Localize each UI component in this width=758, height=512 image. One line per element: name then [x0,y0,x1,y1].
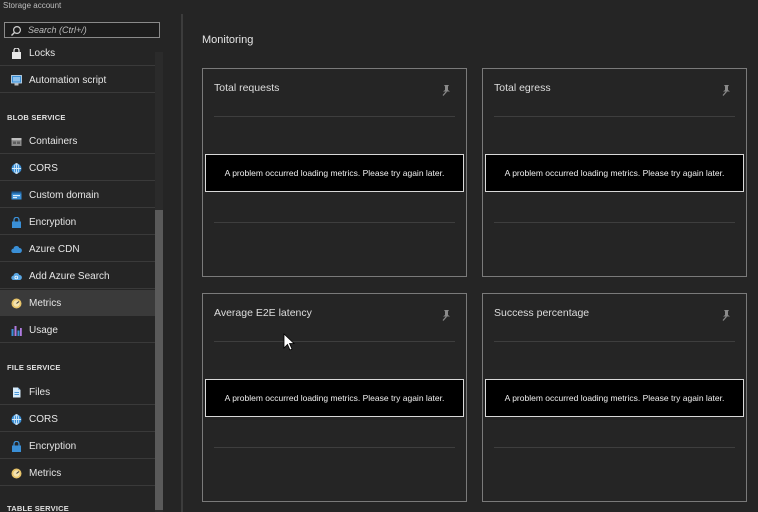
panel-divider [181,14,183,512]
chart-gridline [214,222,455,223]
sidebar-item-usage[interactable]: Usage [0,317,155,343]
file-icon [13,387,21,398]
sidebar-item-automation-script[interactable]: Automation script [0,67,155,93]
metric-tile-average-e2e-latency[interactable]: Average E2E latency A problem occurred l… [202,293,467,502]
section-header-blob-service: BLOB SERVICE [7,113,66,122]
metric-tile-total-egress[interactable]: Total egress A problem occurred loading … [482,68,747,277]
sidebar-item-label: Azure CDN [29,244,80,255]
section-header-table-service: TABLE SERVICE [7,504,69,512]
error-message: A problem occurred loading metrics. Plea… [205,154,464,192]
cloud-search-icon [11,273,22,280]
sidebar-item-file-metrics[interactable]: Metrics [0,460,155,486]
metric-tile-success-percentage[interactable]: Success percentage A problem occurred lo… [482,293,747,502]
error-message: A problem occurred loading metrics. Plea… [205,379,464,417]
search-icon [11,25,22,36]
sidebar-item-encryption[interactable]: Encryption [0,209,155,235]
search-placeholder: Search (Ctrl+/) [28,25,87,35]
sidebar-item-azure-cdn[interactable]: Azure CDN [0,236,155,262]
sidebar-item-custom-domain[interactable]: Custom domain [0,182,155,208]
cloud-icon [11,246,22,253]
tile-title: Total requests [214,82,280,94]
cors-icon [11,163,22,174]
sidebar-item-label: Containers [29,136,78,147]
lock-icon [12,217,21,228]
sidebar-item-label: Locks [29,48,56,59]
metrics-gauge-icon [11,468,22,479]
sidebar-item-label: Metrics [29,298,62,309]
pin-icon[interactable] [720,309,732,321]
mouse-pointer-icon [283,333,295,351]
sidebar-item-label: Metrics [29,468,62,479]
tile-title: Total egress [494,82,551,94]
pin-icon[interactable] [440,309,452,321]
page-title: Monitoring [202,34,254,46]
sidebar-item-cors[interactable]: CORS [0,155,155,181]
sidebar-item-label: Custom domain [29,190,100,201]
chart-gridline [494,222,735,223]
sidebar-item-files[interactable]: Files [0,379,155,405]
chart-gridline [214,116,455,117]
sidebar-item-file-encryption[interactable]: Encryption [0,433,155,459]
chart-gridline [214,341,455,342]
metric-tile-total-requests[interactable]: Total requests A problem occurred loadin… [202,68,467,277]
sidebar-scrollbar[interactable] [155,52,163,512]
sidebar-item-add-azure-search[interactable]: Add Azure Search [0,263,155,289]
sidebar-item-containers[interactable]: Containers [0,128,155,154]
sidebar-menu: Locks Automation script BLOB SERVICE Con… [0,46,155,512]
containers-icon [11,138,22,146]
tile-title: Average E2E latency [214,307,312,319]
error-message: A problem occurred loading metrics. Plea… [485,154,744,192]
sidebar-item-label: Encryption [29,441,77,452]
pin-icon[interactable] [720,84,732,96]
error-message: A problem occurred loading metrics. Plea… [485,379,744,417]
sidebar-item-locks[interactable]: Locks [0,46,155,66]
sidebar-item-label: Files [29,387,51,398]
lock-icon [12,441,21,452]
sidebar-item-metrics[interactable]: Metrics [0,290,155,316]
sidebar-item-file-cors[interactable]: CORS [0,406,155,432]
top-bar: Storage account [0,0,180,14]
chart-gridline [214,447,455,448]
search-input[interactable]: Search (Ctrl+/) [4,22,160,38]
sidebar-item-label: Usage [29,325,58,336]
section-header-file-service: FILE SERVICE [7,363,61,372]
sidebar-item-label: CORS [29,163,58,174]
sidebar-item-label: Encryption [29,217,77,228]
chart-gridline [494,447,735,448]
sidebar-item-label: CORS [29,414,58,425]
app-title: Storage account [3,1,62,10]
automation-script-icon [11,75,22,86]
metrics-gauge-icon [11,298,22,309]
chart-gridline [494,341,735,342]
custom-domain-icon [11,191,22,200]
lock-icon [12,48,21,59]
usage-bars-icon [11,326,22,336]
scrollbar-thumb[interactable] [155,210,163,510]
tile-title: Success percentage [494,307,590,319]
chart-gridline [494,116,735,117]
sidebar-item-label: Add Azure Search [29,271,110,282]
sidebar-item-label: Automation script [29,75,107,86]
pin-icon[interactable] [440,84,452,96]
cors-icon [11,414,22,425]
